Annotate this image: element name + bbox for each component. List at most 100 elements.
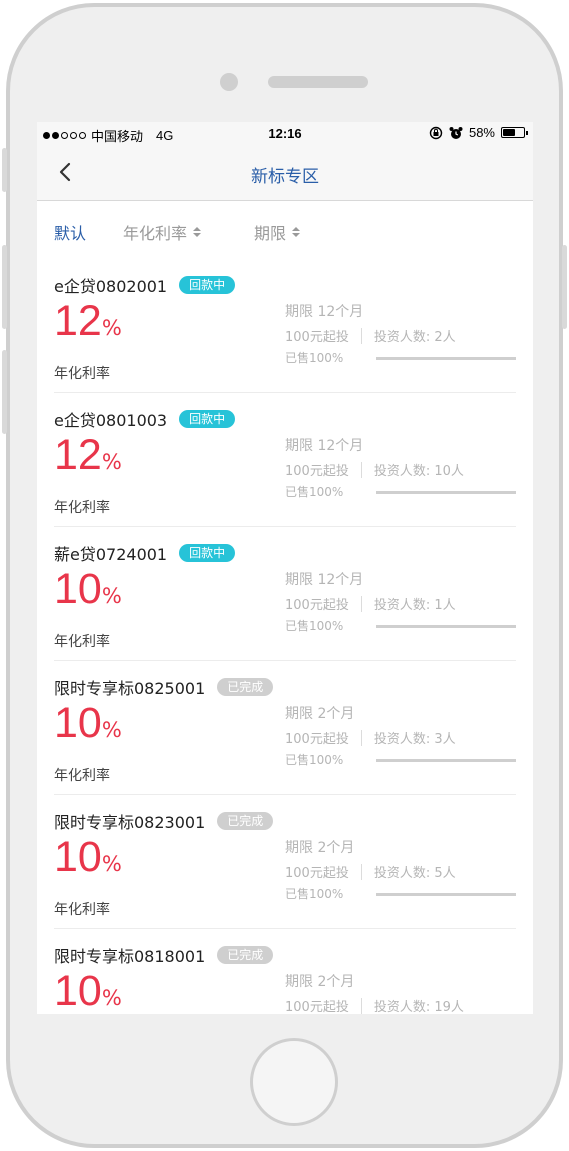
investor-count: 投资人数: 3人 [373,732,456,747]
status-badge: 已完成 [217,812,274,830]
divider [360,327,362,344]
divider [360,863,362,880]
navigation-bar: 新标专区 [37,146,533,201]
rate-label: 年化利率 [54,768,110,784]
sort-arrows-icon [292,227,301,237]
rate-value: 10 [54,967,102,1014]
rate-label: 年化利率 [54,902,110,918]
product-name: 限时专享标0825001 [54,679,206,698]
app-screen: 中国移动 4G 12:16 58% 新标专区 默认 年化利率 期限 e企贷080… [37,122,533,1014]
annual-rate: 10% [54,699,122,748]
mute-switch [2,148,7,192]
rate-unit: % [101,584,122,608]
sort-term-tab[interactable]: 期限 [254,220,301,244]
rate-unit: % [101,316,122,340]
product-list: e企贷0802001 回款中 12% 年化利率 期限 12个月 100元起投 投… [37,259,533,1014]
sort-term-label: 期限 [254,224,287,243]
term-text: 期限 12个月 [285,572,364,588]
sold-text: 已售100% [285,351,344,365]
rate-unit: % [101,450,122,474]
product-name: 限时专享标0818001 [54,947,206,966]
rate-unit: % [101,852,122,876]
status-badge: 已完成 [217,946,274,964]
battery-percent: 58% [468,125,495,140]
volume-down-button [2,350,7,434]
sold-text: 已售100% [285,753,344,767]
min-invest-text: 100元起投 [285,598,349,613]
sort-rate-tab[interactable]: 年化利率 [123,220,202,244]
sold-text: 已售100% [285,619,344,633]
product-name: 限时专享标0823001 [54,813,206,832]
volume-up-button [2,245,7,329]
power-button [562,245,567,329]
sold-text: 已售100% [285,485,344,499]
sold-progress-bar [376,893,516,896]
rate-value: 10 [54,565,102,613]
rate-unit: % [101,986,122,1010]
product-card[interactable]: e企贷0801003 回款中 12% 年化利率 期限 12个月 100元起投 投… [54,393,516,527]
sort-arrows-icon [193,227,202,237]
investment-info: 100元起投 投资人数: 19人 [285,996,464,1014]
annual-rate: 10% [54,833,122,882]
rate-label: 年化利率 [54,634,110,650]
investor-count: 投资人数: 1人 [373,598,456,613]
orientation-lock-icon [429,126,443,139]
min-invest-text: 100元起投 [285,732,349,747]
page-title: 新标专区 [251,167,319,187]
product-name: e企贷0802001 [54,277,168,296]
investment-info: 100元起投 投资人数: 5人 [285,862,456,881]
annual-rate: 10% [54,967,122,1014]
investor-count: 投资人数: 10人 [373,464,464,479]
product-card[interactable]: e企贷0802001 回款中 12% 年化利率 期限 12个月 100元起投 投… [54,259,516,393]
divider [360,461,362,478]
rate-unit: % [101,718,122,742]
front-camera [220,73,238,91]
rate-label: 年化利率 [54,366,110,382]
status-badge: 已完成 [217,678,274,696]
term-text: 期限 2个月 [285,840,355,856]
investor-count: 投资人数: 5人 [373,866,456,881]
earpiece-speaker [268,76,368,88]
sort-default-label: 默认 [54,224,87,243]
divider [360,595,362,612]
min-invest-text: 100元起投 [285,464,349,479]
rate-value: 10 [54,833,102,881]
product-card[interactable]: 限时专享标0825001 已完成 10% 年化利率 期限 2个月 100元起投 … [54,661,516,795]
product-card[interactable]: 限时专享标0818001 已完成 10% 期限 2个月 100元起投 投资人数:… [54,929,516,1014]
investor-count: 投资人数: 2人 [373,330,456,345]
investment-info: 100元起投 投资人数: 10人 [285,460,464,479]
status-badge: 回款中 [179,410,236,428]
product-name: e企贷0801003 [54,411,168,430]
divider [360,729,362,746]
battery-icon [501,127,528,138]
home-button[interactable] [250,1038,338,1126]
sold-text: 已售100% [285,887,344,901]
alarm-icon [449,126,463,139]
investment-info: 100元起投 投资人数: 1人 [285,594,456,613]
min-invest-text: 100元起投 [285,330,349,345]
sort-rate-label: 年化利率 [123,224,188,243]
term-text: 期限 12个月 [285,438,364,454]
term-text: 期限 12个月 [285,304,364,320]
sold-progress-bar [376,491,516,494]
sold-progress-bar [376,759,516,762]
annual-rate: 12% [54,431,122,480]
term-text: 期限 2个月 [285,706,355,722]
status-bar: 中国移动 4G 12:16 58% [37,122,533,146]
sold-progress-bar [376,357,516,360]
rate-value: 12 [54,297,102,345]
sort-bar: 默认 年化利率 期限 [37,201,533,259]
investment-info: 100元起投 投资人数: 2人 [285,326,456,345]
divider [360,997,362,1014]
investment-info: 100元起投 投资人数: 3人 [285,728,456,747]
product-name: 薪e贷0724001 [54,545,168,564]
product-card[interactable]: 薪e贷0724001 回款中 10% 年化利率 期限 12个月 100元起投 投… [54,527,516,661]
status-badge: 回款中 [179,544,236,562]
term-text: 期限 2个月 [285,974,355,990]
product-card[interactable]: 限时专享标0823001 已完成 10% 年化利率 期限 2个月 100元起投 … [54,795,516,929]
min-invest-text: 100元起投 [285,866,349,881]
investor-count: 投资人数: 19人 [373,1000,464,1014]
annual-rate: 12% [54,297,122,346]
rate-value: 12 [54,431,102,479]
sort-default-tab[interactable]: 默认 [54,220,86,244]
